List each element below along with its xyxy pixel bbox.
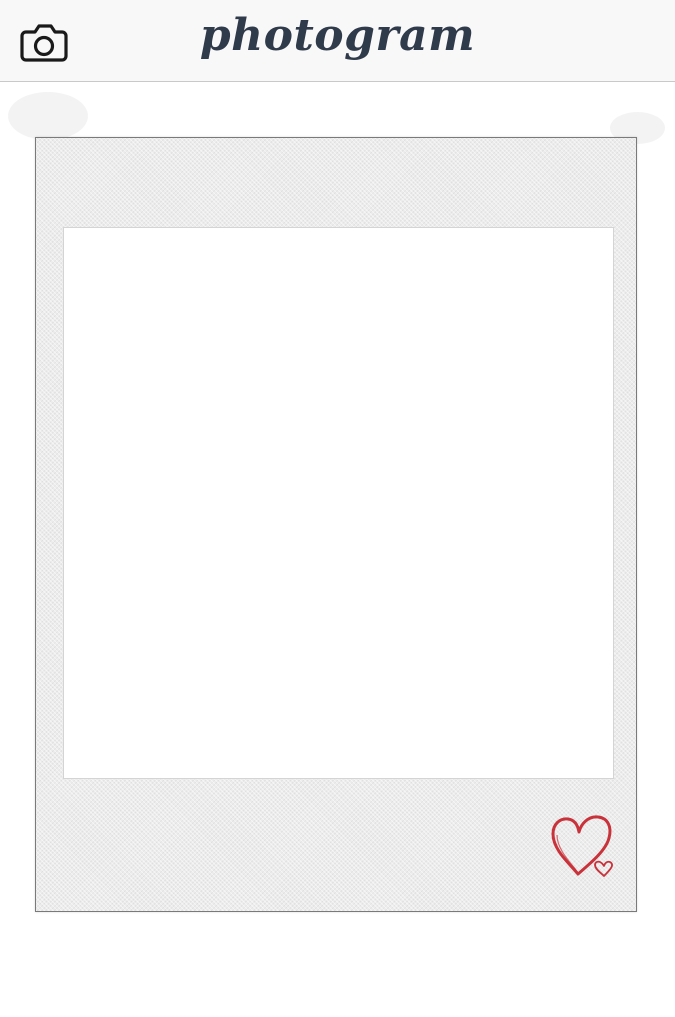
app-title: photogram [199, 10, 476, 61]
like-button[interactable] [548, 812, 618, 882]
background-blob [8, 92, 88, 140]
top-bar: photogram [0, 0, 675, 82]
photo-area[interactable] [63, 227, 614, 779]
polaroid-frame [35, 137, 637, 912]
app-screen: photogram [0, 0, 675, 1017]
heart-icon [548, 812, 618, 882]
